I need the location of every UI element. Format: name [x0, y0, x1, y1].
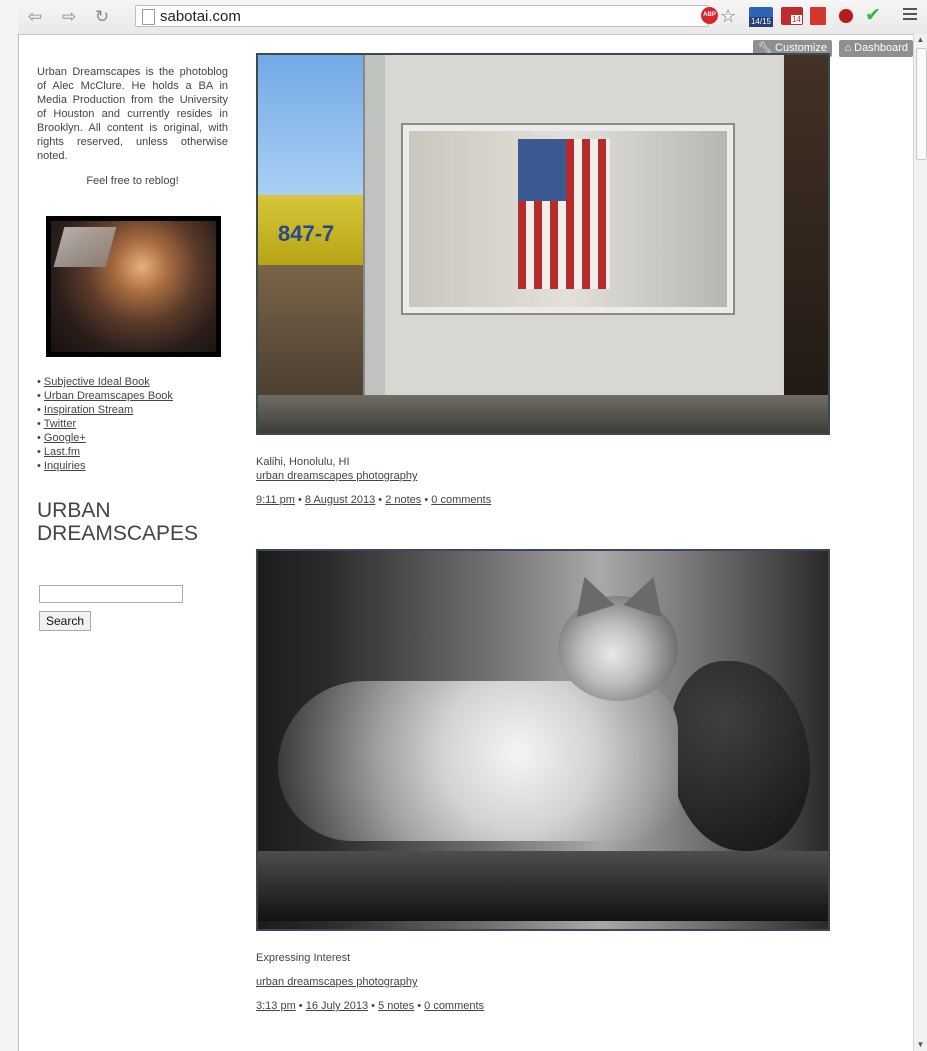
scroll-up-icon[interactable]: ▲ — [914, 34, 927, 46]
reblog-text: Feel free to reblog! — [86, 175, 179, 187]
sidebar-link[interactable]: Urban Dreamscapes Book — [44, 390, 173, 402]
sidebar-link-item: • Urban Dreamscapes Book — [37, 390, 173, 402]
post-caption: Kalihi, Honolulu, HI — [256, 456, 350, 468]
post-tag-link[interactable]: urban dreamscapes photography — [256, 975, 830, 989]
calendar-badge: 14/15 — [749, 17, 773, 27]
post-photo[interactable] — [256, 549, 830, 931]
mail-icon[interactable]: 14 — [781, 7, 805, 27]
sidebar: Urban Dreamscapes is the photoblog of Al… — [37, 65, 228, 631]
browser-toolbar: ⇦ ⇨ ↻ sabotai.com ABP ☆ 14/15 14 ✔ — [18, 0, 927, 35]
reload-icon[interactable]: ↻ — [91, 6, 113, 28]
search-input[interactable] — [39, 585, 183, 603]
post-comments-link[interactable]: 0 comments — [431, 494, 491, 506]
scroll-thumb[interactable] — [916, 48, 927, 160]
post-notes-link[interactable]: 5 notes — [378, 1000, 414, 1012]
post-time-link[interactable]: 9:11 pm — [256, 494, 295, 506]
menu-icon[interactable] — [903, 8, 917, 23]
avatar — [46, 216, 221, 357]
back-icon[interactable]: ⇦ — [24, 6, 46, 28]
address-bar[interactable]: sabotai.com — [135, 5, 709, 27]
opera-icon[interactable] — [837, 7, 855, 25]
post-notes-link[interactable]: 2 notes — [385, 494, 421, 506]
search-button[interactable]: Search — [39, 611, 92, 631]
adblock-icon[interactable]: ABP — [701, 7, 719, 27]
sidebar-links: • Subjective Ideal Book • Urban Dreamsca… — [37, 375, 173, 473]
sidebar-link-item: • Google+ — [37, 432, 86, 444]
window-frame-left — [0, 0, 19, 1051]
sidebar-link[interactable]: Subjective Ideal Book — [44, 376, 150, 388]
page-icon — [142, 9, 155, 25]
post-date-link[interactable]: 8 August 2013 — [305, 494, 375, 506]
sidebar-link[interactable]: Google+ — [44, 432, 86, 444]
post-meta: 9:11 pm • 8 August 2013 • 2 notes • 0 co… — [256, 494, 492, 506]
scrollbar[interactable]: ▲ ▼ — [913, 34, 927, 1051]
sidebar-link-item: • Twitter — [37, 418, 77, 430]
post-meta: 3:13 pm • 16 July 2013 • 5 notes • 0 com… — [256, 1000, 485, 1012]
sidebar-link-item: • Subjective Ideal Book — [37, 376, 150, 388]
bookmark-extension-icon[interactable] — [810, 7, 826, 25]
post-photo[interactable]: 847-7 — [256, 53, 830, 435]
sidebar-link[interactable]: Inspiration Stream — [44, 404, 133, 416]
sidebar-link[interactable]: Inquiries — [44, 460, 86, 472]
sidebar-link-item: • Inspiration Stream — [37, 404, 134, 416]
scroll-down-icon[interactable]: ▼ — [914, 1039, 927, 1051]
post-time-link[interactable]: 3:13 pm — [256, 1000, 296, 1012]
sidebar-link-item: • Last.fm — [37, 446, 80, 458]
home-icon: ⌂ — [844, 42, 852, 54]
bookmark-star-icon[interactable]: ☆ — [720, 7, 738, 27]
sidebar-link-item: • Inquiries — [37, 460, 86, 472]
dashboard-label: Dashboard — [854, 42, 908, 54]
sidebar-link[interactable]: Last.fm — [44, 446, 80, 458]
dashboard-button[interactable]: ⌂ Dashboard — [839, 40, 913, 57]
url-text: sabotai.com — [160, 8, 241, 25]
blog-title[interactable]: URBAN DREAMSCAPES — [37, 499, 228, 545]
calendar-icon[interactable]: 14/15 — [749, 7, 775, 27]
post-2: Expressing Interest urban dreamscapes ph… — [256, 549, 830, 1013]
forward-icon[interactable]: ⇨ — [58, 6, 80, 28]
post-tag-link[interactable]: urban dreamscapes photography — [256, 469, 830, 483]
checkmark-icon[interactable]: ✔ — [865, 6, 883, 27]
post-date-link[interactable]: 16 July 2013 — [306, 1000, 368, 1012]
about-text: Urban Dreamscapes is the photoblog of Al… — [37, 66, 228, 162]
barrier-sign-text: 847-7 — [278, 221, 335, 246]
post-comments-link[interactable]: 0 comments — [424, 1000, 484, 1012]
adblock-label: ABP — [701, 7, 718, 24]
mail-badge: 14 — [791, 15, 802, 24]
sidebar-link[interactable]: Twitter — [44, 418, 76, 430]
post-1: 847-7 Kalihi, Honolulu, HI urban dreamsc… — [256, 53, 830, 507]
post-caption: Expressing Interest — [256, 952, 351, 964]
